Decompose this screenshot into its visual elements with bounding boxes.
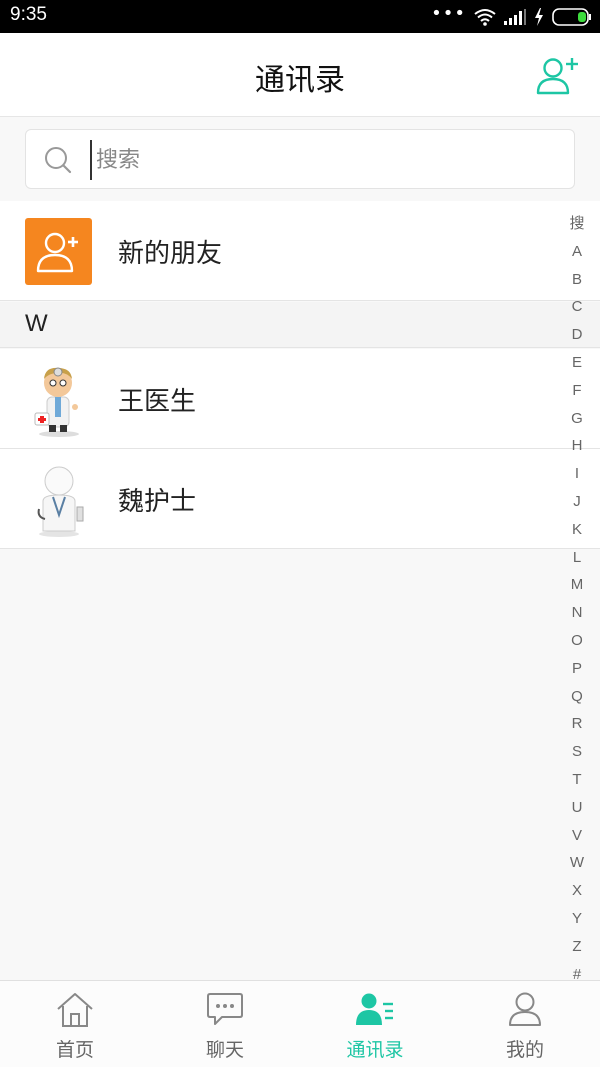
index-letter[interactable]: S [566,738,588,766]
index-letter[interactable]: Z [566,933,588,961]
index-letter[interactable]: 搜 [566,210,588,238]
section-header-w: W [0,302,600,348]
search-input[interactable] [90,140,550,180]
index-letter[interactable]: L [566,544,588,572]
index-letter[interactable]: K [566,516,588,544]
battery-icon [552,8,591,26]
index-letter[interactable]: P [566,655,588,683]
contacts-icon [356,993,393,1025]
app-header: 通讯录 [0,33,600,117]
index-letter[interactable]: F [566,377,588,405]
index-letter[interactable]: Y [566,905,588,933]
more-dots: ••• [431,3,466,24]
tab-label: 首页 [55,1039,94,1061]
index-letter[interactable]: T [566,766,588,794]
search-box[interactable] [25,129,575,189]
tab-label: 聊天 [205,1039,244,1061]
index-letter[interactable]: U [566,794,588,822]
contact-row[interactable]: 魏护士 [0,449,600,549]
index-letter[interactable]: C [566,293,588,321]
alphabet-index-bar[interactable]: 搜 A B C D E F G H I J K L M N O P Q R S … [566,210,588,988]
nurse-avatar [37,466,84,537]
tab-chat[interactable]: 聊天 [150,981,300,1067]
tab-label: 我的 [505,1039,544,1061]
new-friends-label: 新的朋友 [118,239,223,269]
contact-row[interactable]: 王医生 [0,349,600,449]
new-friend-icon-tile [25,218,92,285]
section-letter: W [25,310,48,337]
index-letter[interactable]: M [566,571,588,599]
chat-icon [207,993,243,1025]
index-letter[interactable]: D [566,321,588,349]
doctor-avatar [34,367,79,437]
tab-home[interactable]: 首页 [0,981,150,1067]
status-time: 9:35 [10,4,47,25]
index-letter[interactable]: N [566,599,588,627]
index-letter[interactable]: Q [566,683,588,711]
index-letter[interactable]: H [566,432,588,460]
contact-name: 王医生 [118,387,197,417]
index-letter[interactable]: J [566,488,588,516]
index-letter[interactable]: X [566,877,588,905]
page-title: 通讯录 [255,63,345,98]
index-letter[interactable]: B [566,266,588,294]
index-letter[interactable]: V [566,822,588,850]
profile-icon [509,992,541,1026]
index-letter[interactable]: W [566,849,588,877]
add-friend-icon [36,232,78,273]
home-icon [57,993,93,1027]
bottom-tab-bar: 首页 聊天 通讯录 我的 [0,980,600,1067]
add-contact-icon[interactable] [536,53,582,99]
contact-name: 魏护士 [118,487,197,517]
tab-contacts[interactable]: 通讯录 [300,981,450,1067]
index-letter[interactable]: A [566,238,588,266]
new-friends-row[interactable]: 新的朋友 [0,201,600,301]
tab-label: 通讯录 [346,1039,404,1061]
index-letter[interactable]: O [566,627,588,655]
index-letter[interactable]: G [566,405,588,433]
wifi-icon [474,9,496,26]
signal-icon [504,9,526,25]
tab-profile[interactable]: 我的 [450,981,600,1067]
index-letter[interactable]: E [566,349,588,377]
status-icons: ••• [431,3,592,28]
search-icon [45,147,72,174]
index-letter[interactable]: I [566,460,588,488]
search-area [0,118,600,201]
status-bar: 9:35 ••• [0,0,600,33]
charging-icon [535,8,543,26]
index-letter[interactable]: R [566,710,588,738]
